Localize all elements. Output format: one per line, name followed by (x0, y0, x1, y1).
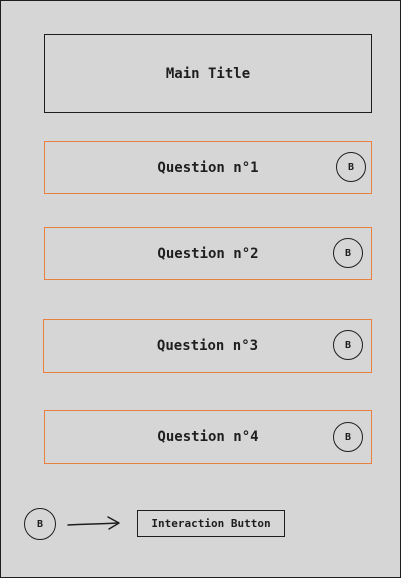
question-label-3: Question n°3 (156, 338, 259, 354)
main-title-box: Main Title (44, 34, 372, 113)
question-card-3[interactable]: Question n°3 B (43, 319, 372, 373)
interaction-button-4[interactable]: B (333, 422, 363, 452)
wireframe-canvas: Main Title Question n°1 B Question n°2 B… (0, 0, 401, 578)
question-label-4: Question n°4 (157, 429, 259, 445)
question-card-2[interactable]: Question n°2 B (44, 227, 372, 280)
interaction-button-3[interactable]: B (333, 330, 363, 360)
interaction-button-1[interactable]: B (336, 152, 366, 182)
question-card-4[interactable]: Question n°4 B (44, 410, 372, 464)
question-label-2: Question n°2 (157, 245, 259, 262)
legend-description: Interaction Button (137, 510, 285, 537)
question-label-1: Question n°1 (157, 159, 259, 176)
question-card-1[interactable]: Question n°1 B (44, 141, 372, 194)
main-title: Main Title (165, 65, 251, 82)
interaction-button-2[interactable]: B (333, 238, 363, 268)
legend-button-symbol: B (24, 508, 56, 540)
arrow-right-icon (67, 516, 120, 530)
